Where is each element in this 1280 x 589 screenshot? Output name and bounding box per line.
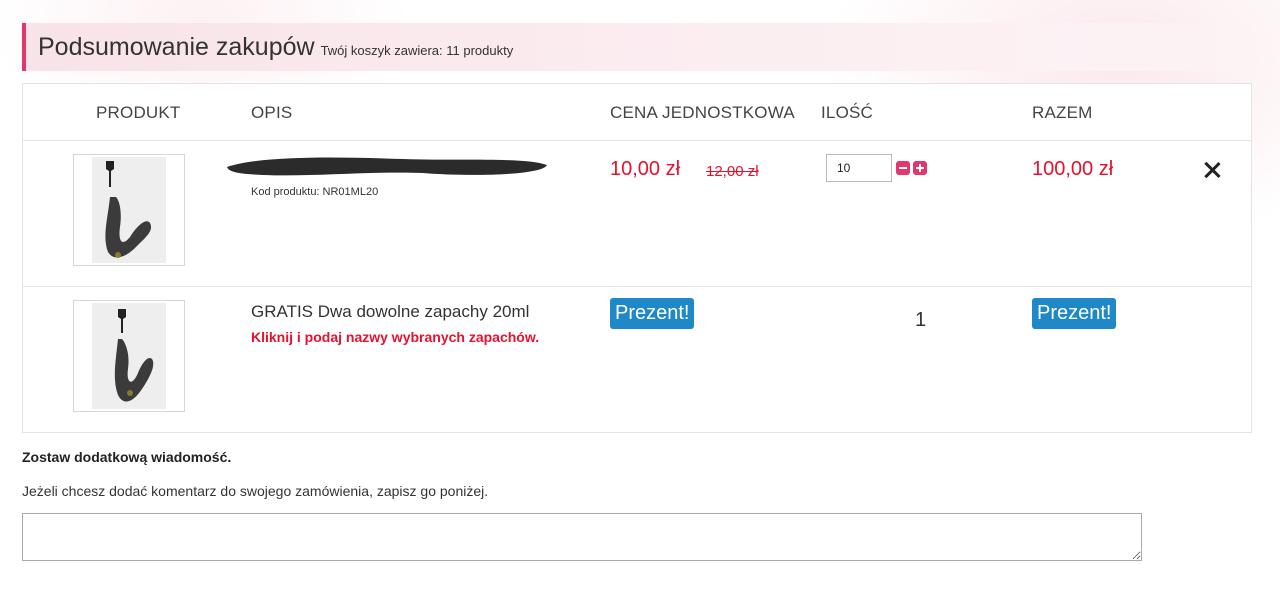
minus-icon[interactable] <box>896 161 910 175</box>
gift-note-link[interactable]: Kliknij i podaj nazwy wybranych zapachów… <box>251 329 539 345</box>
product-image <box>92 303 166 409</box>
plus-icon[interactable] <box>913 161 927 175</box>
header-description: OPIS <box>251 103 293 122</box>
quantity-value: 1 <box>915 309 927 331</box>
cart-row: GRATIS Dwa dowolne zapachy 20ml Kliknij … <box>23 287 1251 433</box>
cart-row: Kod produktu: NR01ML20 10,00 zł 12,00 zł… <box>23 141 1251 287</box>
header-quantity: ILOŚĆ <box>821 103 874 122</box>
row-total: 100,00 zł <box>1032 158 1114 180</box>
product-thumbnail[interactable] <box>73 300 185 412</box>
message-hint: Jeżeli chcesz dodać komentarz do swojego… <box>22 483 489 499</box>
summary-header: Podsumowanie zakupów Twój koszyk zawiera… <box>22 23 1252 71</box>
redaction-mark <box>227 157 547 176</box>
product-image-drawing <box>92 157 166 263</box>
product-name[interactable]: GRATIS Dwa dowolne zapachy 20ml <box>251 302 529 322</box>
page-title: Podsumowanie zakupów <box>38 33 315 61</box>
header-unit-price: CENA JEDNOSTKOWA <box>610 103 795 122</box>
product-image-drawing <box>92 303 166 409</box>
message-textarea[interactable] <box>22 513 1142 561</box>
cart-summary: Podsumowanie zakupów Twój koszyk zawiera… <box>22 23 1252 566</box>
gift-badge: Prezent! <box>1032 298 1117 329</box>
product-code: Kod produktu: NR01ML20 <box>251 186 379 198</box>
cart-count: Twój koszyk zawiera: 11 produkty <box>320 43 514 58</box>
cart-table: PRODUKT OPIS CENA JEDNOSTKOWA ILOŚĆ RAZE… <box>22 83 1252 433</box>
header-total: RAZEM <box>1032 103 1093 122</box>
message-title: Zostaw dodatkową wiadomość. <box>22 449 232 465</box>
gift-badge: Prezent! <box>610 298 695 329</box>
quantity-input[interactable] <box>826 154 892 182</box>
close-icon[interactable] <box>1201 159 1223 181</box>
product-image <box>92 157 166 263</box>
header-product: PRODUKT <box>96 103 181 122</box>
unit-price: 10,00 zł <box>610 158 681 180</box>
product-thumbnail[interactable] <box>73 154 185 266</box>
old-price: 12,00 zł <box>706 163 759 180</box>
cart-table-header: PRODUKT OPIS CENA JEDNOSTKOWA ILOŚĆ RAZE… <box>23 84 1251 141</box>
